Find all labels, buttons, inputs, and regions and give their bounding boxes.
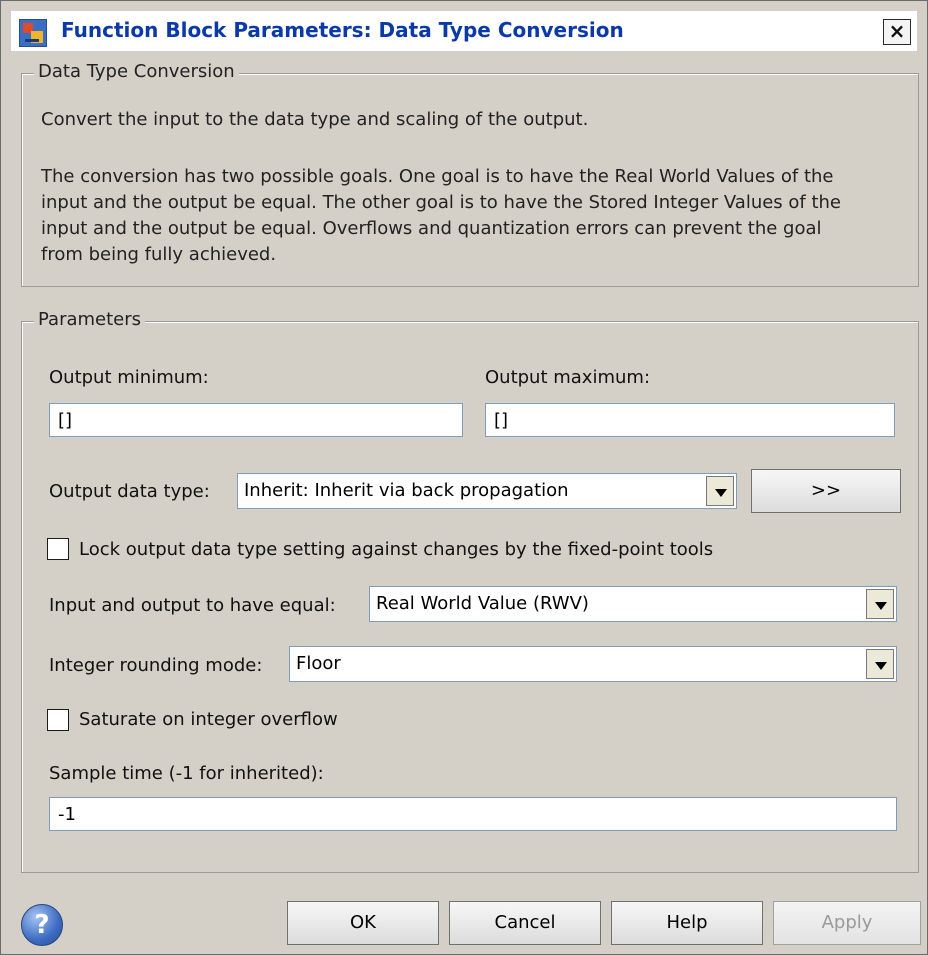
- chevron-down-icon[interactable]: [706, 476, 734, 506]
- saturate-overflow-label: Saturate on integer overflow: [79, 709, 338, 730]
- sample-time-label: Sample time (-1 for inherited):: [49, 763, 324, 784]
- integer-rounding-mode-value: Floor: [296, 653, 341, 674]
- output-maximum-label: Output maximum:: [485, 367, 651, 388]
- output-minimum-label: Output minimum:: [49, 367, 209, 388]
- description-para-line-3: input and the output be equal. Overflows…: [41, 218, 822, 239]
- data-type-assistant-button[interactable]: >>: [751, 469, 901, 513]
- integer-rounding-mode-label: Integer rounding mode:: [49, 655, 263, 676]
- output-minimum-input[interactable]: [49, 403, 463, 437]
- apply-button[interactable]: Apply: [773, 901, 921, 945]
- description-para-line-4: from being fully achieved.: [41, 244, 277, 265]
- ok-button[interactable]: OK: [287, 901, 439, 945]
- window-title: Function Block Parameters: Data Type Con…: [61, 18, 624, 42]
- integer-rounding-mode-select[interactable]: Floor: [289, 646, 897, 682]
- chevron-down-icon[interactable]: [866, 589, 894, 619]
- input-output-equal-value: Real World Value (RWV): [376, 593, 589, 614]
- close-button[interactable]: ×: [883, 19, 911, 45]
- output-maximum-input[interactable]: [485, 403, 895, 437]
- input-output-equal-label: Input and output to have equal:: [49, 595, 336, 616]
- lock-data-type-checkbox[interactable]: [47, 538, 69, 560]
- help-button[interactable]: Help: [611, 901, 763, 945]
- output-data-type-select[interactable]: Inherit: Inherit via back propagation: [237, 473, 737, 509]
- parameters-group-legend: Parameters: [34, 309, 146, 330]
- input-output-equal-select[interactable]: Real World Value (RWV): [369, 586, 897, 622]
- chevron-down-icon[interactable]: [866, 649, 894, 679]
- output-data-type-value: Inherit: Inherit via back propagation: [244, 480, 569, 501]
- description-group-legend: Data Type Conversion: [34, 61, 239, 82]
- description-para-line-2: input and the output be equal. The other…: [41, 192, 842, 213]
- cancel-button[interactable]: Cancel: [449, 901, 601, 945]
- description-para-line-1: The conversion has two possible goals. O…: [41, 166, 834, 187]
- lock-data-type-label: Lock output data type setting against ch…: [79, 539, 714, 560]
- output-data-type-label: Output data type:: [49, 481, 210, 502]
- simulink-app-icon: [19, 19, 47, 47]
- title-bar: Function Block Parameters: Data Type Con…: [11, 11, 917, 51]
- help-icon[interactable]: ?: [21, 904, 63, 946]
- description-line-1: Convert the input to the data type and s…: [41, 109, 589, 130]
- sample-time-input[interactable]: [49, 797, 897, 831]
- dialog-window: Function Block Parameters: Data Type Con…: [0, 0, 928, 955]
- saturate-overflow-checkbox[interactable]: [47, 709, 69, 731]
